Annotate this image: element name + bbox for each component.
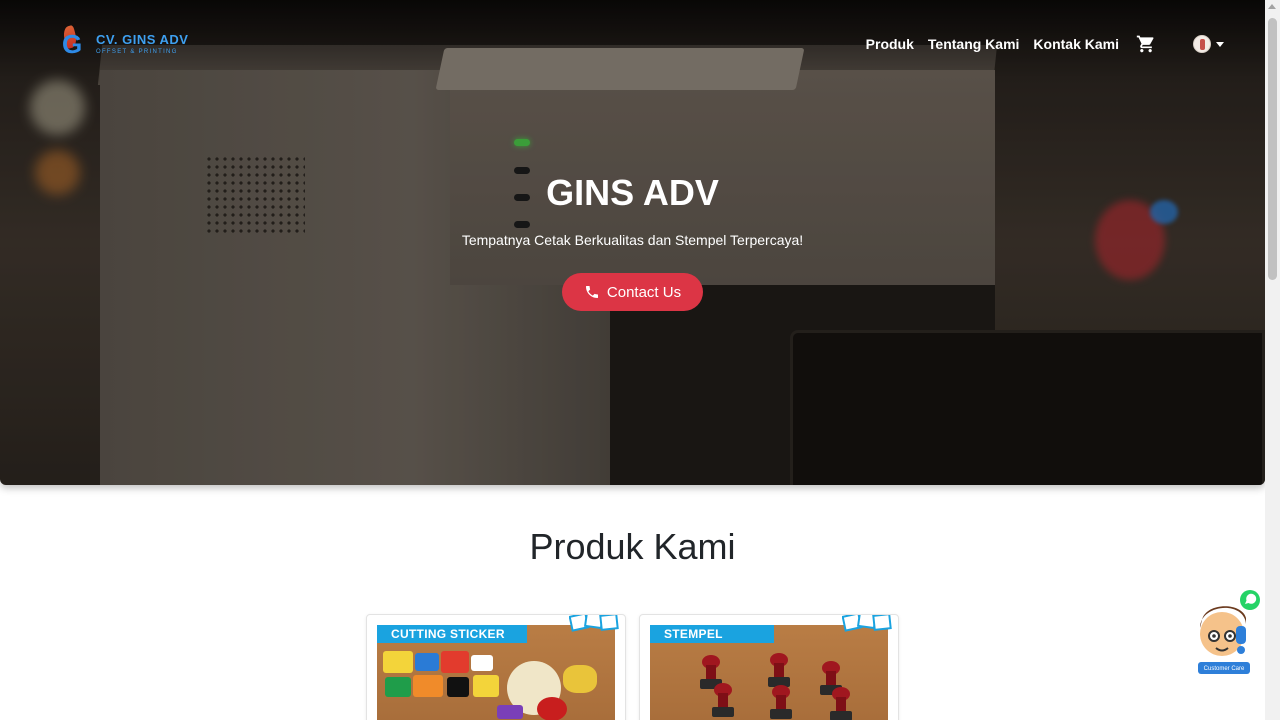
product-card-stempel[interactable]: STEMPEL <box>639 614 899 720</box>
photo-stack-icon <box>842 615 892 632</box>
nav-link-tentang-kami[interactable]: Tentang Kami <box>928 36 1020 52</box>
nav-link-kontak-kami[interactable]: Kontak Kami <box>1033 36 1119 52</box>
phone-icon <box>585 286 598 298</box>
product-label: STEMPEL <box>650 625 774 643</box>
photo-stack-icon <box>569 615 619 632</box>
product-label: CUTTING STICKER <box>377 625 527 643</box>
main-nav: Produk Tentang Kami Kontak Kami <box>852 34 1224 54</box>
caret-down-icon <box>1216 41 1224 47</box>
logo-g-icon: G <box>62 29 83 59</box>
hero-subtitle: Tempatnya Cetak Berkualitas dan Stempel … <box>461 232 804 248</box>
customer-care-widget[interactable]: Customer Care <box>1192 590 1266 678</box>
hero-banner: GINS ADV Tempatnya Cetak Berkualitas dan… <box>0 0 1265 485</box>
contact-us-label: Contact Us <box>606 283 682 301</box>
scrollbar-thumb[interactable] <box>1268 18 1277 280</box>
products-heading: Produk Kami <box>529 526 736 567</box>
brand-title: CV. GINS ADV <box>96 32 189 47</box>
brand-logo[interactable]: G CV. GINS ADV OFFSET & PRINTING <box>61 24 202 62</box>
hero-title: GINS ADV <box>546 172 719 213</box>
scroll-up-icon[interactable] <box>1268 4 1276 9</box>
shopping-cart-icon[interactable] <box>1135 34 1157 54</box>
brand-subtitle: OFFSET & PRINTING <box>96 49 178 55</box>
customer-care-label: Customer Care <box>1203 666 1245 672</box>
product-card-cutting-sticker[interactable]: CUTTING STICKER <box>366 614 626 720</box>
contact-us-button[interactable]: Contact Us <box>562 273 703 311</box>
user-avatar <box>1193 35 1211 53</box>
page-scrollbar[interactable] <box>1265 0 1280 720</box>
nav-link-produk[interactable]: Produk <box>866 36 914 52</box>
user-menu[interactable] <box>1193 35 1224 53</box>
